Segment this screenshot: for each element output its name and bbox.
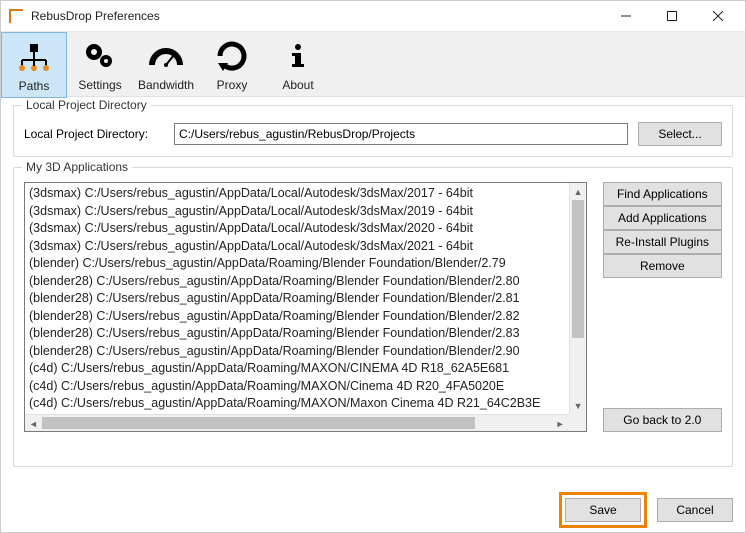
save-button[interactable]: Save [565, 498, 641, 522]
add-apps-button[interactable]: Add Applications [603, 206, 722, 230]
list-item[interactable]: (blender28) C:/Users/rebus_agustin/AppDa… [29, 343, 565, 361]
tab-paths-label: Paths [19, 79, 50, 93]
tab-bandwidth-label: Bandwidth [138, 78, 194, 92]
apps-group: My 3D Applications (3dsmax) C:/Users/reb… [13, 167, 733, 467]
tab-settings-label: Settings [78, 78, 121, 92]
settings-icon [82, 38, 118, 74]
list-item[interactable]: (c4d) C:/Users/rebus_agustin/AppData/Roa… [29, 395, 565, 413]
horizontal-scrollbar[interactable]: ◄ ► [25, 414, 569, 431]
content: Local Project Directory Local Project Di… [1, 97, 745, 488]
titlebar: RebusDrop Preferences [1, 1, 745, 31]
list-item[interactable]: (3dsmax) C:/Users/rebus_agustin/AppData/… [29, 220, 565, 238]
tab-paths[interactable]: Paths [1, 32, 67, 98]
scroll-right-icon[interactable]: ► [552, 415, 569, 432]
scroll-left-icon[interactable]: ◄ [25, 415, 42, 432]
tab-settings[interactable]: Settings [67, 32, 133, 98]
list-item[interactable]: (blender28) C:/Users/rebus_agustin/AppDa… [29, 325, 565, 343]
tab-bandwidth[interactable]: Bandwidth [133, 32, 199, 98]
list-item[interactable]: (blender28) C:/Users/rebus_agustin/AppDa… [29, 308, 565, 326]
list-item[interactable]: (3dsmax) C:/Users/rebus_agustin/AppData/… [29, 203, 565, 221]
proxy-icon [214, 38, 250, 74]
list-item[interactable]: (blender28) C:/Users/rebus_agustin/AppDa… [29, 290, 565, 308]
select-button[interactable]: Select... [638, 122, 722, 146]
bandwidth-icon [148, 38, 184, 74]
scroll-up-icon[interactable]: ▲ [570, 183, 587, 200]
list-item[interactable]: (blender28) C:/Users/rebus_agustin/AppDa… [29, 273, 565, 291]
toolbar: Paths Settings Bandwidth Proxy About [1, 31, 745, 97]
reinstall-plugins-button[interactable]: Re-Install Plugins [603, 230, 722, 254]
tab-proxy-label: Proxy [217, 78, 248, 92]
list-item[interactable]: (3dsmax) C:/Users/rebus_agustin/AppData/… [29, 238, 565, 256]
list-item[interactable]: (c4d) C:/Users/rebus_agustin/AppData/Roa… [29, 378, 565, 396]
tab-about-label: About [282, 78, 313, 92]
vertical-scrollbar[interactable]: ▲ ▼ [569, 183, 586, 414]
list-item[interactable]: (blender) C:/Users/rebus_agustin/AppData… [29, 255, 565, 273]
footer: Save Cancel [1, 488, 745, 532]
minimize-button[interactable] [603, 1, 649, 31]
find-apps-button[interactable]: Find Applications [603, 182, 722, 206]
paths-icon [16, 39, 52, 75]
cancel-button[interactable]: Cancel [657, 498, 733, 522]
go-back-button[interactable]: Go back to 2.0 [603, 408, 722, 432]
tab-about[interactable]: About [265, 32, 331, 98]
apps-legend: My 3D Applications [22, 160, 132, 174]
local-project-group: Local Project Directory Local Project Di… [13, 105, 733, 157]
local-project-label: Local Project Directory: [24, 127, 164, 141]
scroll-down-icon[interactable]: ▼ [570, 397, 587, 414]
tab-proxy[interactable]: Proxy [199, 32, 265, 98]
apps-listbox[interactable]: (3dsmax) C:/Users/rebus_agustin/AppData/… [24, 182, 587, 432]
list-item[interactable]: (c4d) C:/Users/rebus_agustin/AppData/Roa… [29, 360, 565, 378]
save-highlight: Save [559, 492, 647, 528]
maximize-button[interactable] [649, 1, 695, 31]
remove-button[interactable]: Remove [603, 254, 722, 278]
local-project-input[interactable] [174, 123, 628, 145]
local-project-legend: Local Project Directory [22, 98, 151, 112]
about-icon [280, 38, 316, 74]
list-item[interactable]: (3dsmax) C:/Users/rebus_agustin/AppData/… [29, 185, 565, 203]
app-icon [9, 9, 23, 23]
window-title: RebusDrop Preferences [31, 9, 160, 23]
close-button[interactable] [695, 1, 741, 31]
